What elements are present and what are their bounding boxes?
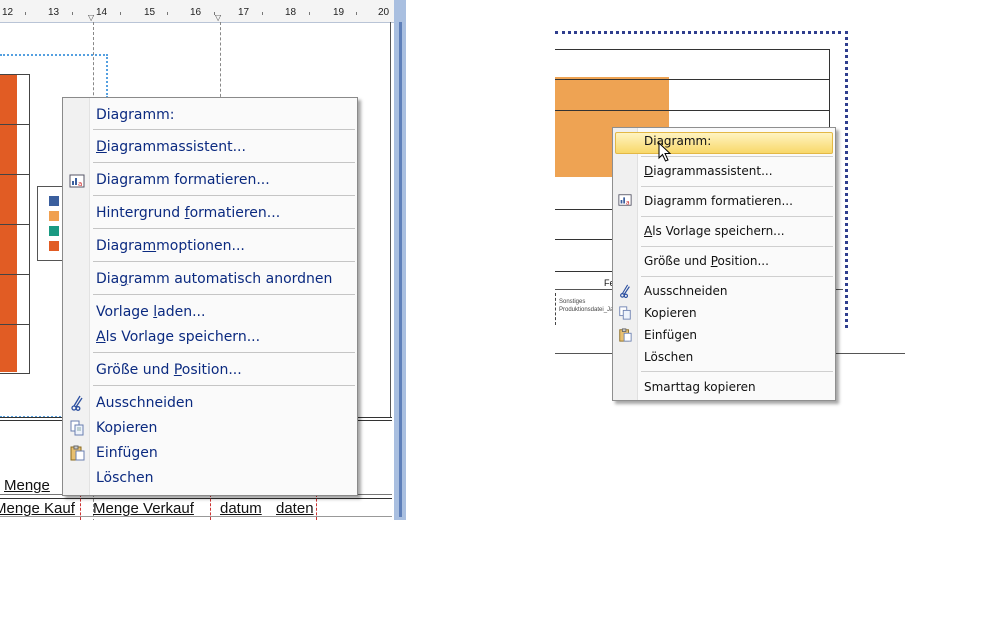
footer-text: Produktionsdatei_Jan — [559, 307, 617, 313]
window-border-inner — [399, 22, 402, 517]
ruler-number: 19 — [333, 7, 345, 18]
menu-item-diagrammassistent[interactable]: Diagrammassistent... — [96, 139, 246, 155]
menu-item-loeschen[interactable]: Löschen — [96, 470, 153, 486]
ruler-number: 20 — [378, 7, 390, 18]
menu-icon-gutter — [613, 128, 638, 400]
chart-format-icon: a — [69, 174, 85, 188]
menu-item-kopieren[interactable]: Kopieren — [644, 306, 697, 320]
mouse-pointer-icon — [658, 142, 672, 162]
column-header-text: Menge Kauf — [0, 500, 75, 517]
menu-item-diagramm[interactable]: Diagramm: — [96, 107, 174, 123]
footer-text: Sonstiges — [559, 299, 586, 305]
menu-item-als-vorlage-speichern[interactable]: Als Vorlage speichern... — [644, 224, 785, 238]
menu-item-vorlage-laden[interactable]: Vorlage laden... — [96, 304, 205, 320]
cell-border — [210, 494, 211, 520]
paste-icon — [70, 445, 85, 461]
menu-item-diagramm-formatieren[interactable]: Diagramm formatieren... — [96, 172, 270, 188]
cell-text: Menge Kauf — [0, 500, 75, 517]
menu-item-automatisch-anordnen[interactable]: Diagramm automatisch anordnen — [96, 271, 332, 287]
context-menu-right: Diagramm: Diagrammassistent... a Diagram… — [612, 127, 836, 401]
ruler-number: 12 — [2, 7, 14, 18]
menu-item-loeschen[interactable]: Löschen — [644, 350, 693, 364]
copy-icon — [70, 420, 84, 436]
menu-item-ausschneiden[interactable]: Ausschneiden — [644, 284, 727, 298]
copy-icon — [619, 306, 631, 320]
tab-stop-marker-icon[interactable]: ▽ — [215, 13, 221, 22]
cell-border — [316, 494, 317, 520]
cell-text: datum — [220, 500, 262, 517]
menu-item-als-vorlage-speichern[interactable]: Als Vorlage speichern... — [96, 329, 260, 345]
column-header-text: daten — [276, 500, 314, 517]
menu-item-groesse-position[interactable]: Größe und Position... — [96, 362, 242, 378]
menu-item-einfuegen[interactable]: Einfügen — [644, 328, 697, 342]
menu-item-smarttag-kopieren[interactable]: Smarttag kopieren — [644, 380, 756, 394]
ruler-number: 14 — [96, 7, 108, 18]
menu-item-groesse-position[interactable]: Größe und Position... — [644, 254, 769, 268]
paste-icon — [619, 328, 632, 342]
context-menu-left: Diagramm: Diagrammassistent... a Diagram… — [62, 97, 358, 496]
selection-border — [0, 54, 108, 56]
cell-text: daten — [276, 500, 314, 517]
menu-item-diagramm-formatieren[interactable]: Diagramm formatieren... — [644, 194, 793, 208]
legend-swatch — [49, 211, 59, 221]
menu-item-einfuegen[interactable]: Einfügen — [96, 445, 158, 461]
menu-item-diagrammoptionen[interactable]: Diagrammoptionen... — [96, 238, 245, 254]
ruler-number: 18 — [285, 7, 297, 18]
horizontal-ruler[interactable]: 12 13 14 15 16 17 18 19 20 ▽ ▽ — [0, 0, 400, 23]
chart-format-icon: a — [618, 194, 632, 206]
svg-text:a: a — [78, 180, 82, 188]
scissors-icon — [71, 395, 83, 411]
table-line — [0, 498, 392, 499]
chart-plot-grid — [0, 74, 30, 374]
ruler-number: 15 — [144, 7, 156, 18]
column-header-text: Menge Verkauf — [93, 500, 194, 517]
ruler-number: 16 — [190, 7, 202, 18]
cell-border — [80, 494, 81, 520]
menu-item-diagramm[interactable]: Diagramm: — [644, 134, 711, 148]
selection-border — [106, 54, 108, 98]
legend-swatch — [49, 196, 59, 206]
legend-swatch — [49, 241, 59, 251]
menu-item-hintergrund-formatieren[interactable]: Hintergrund formatieren... — [96, 205, 280, 221]
svg-text:a: a — [626, 199, 630, 206]
menu-item-ausschneiden[interactable]: Ausschneiden — [96, 395, 193, 411]
menu-item-diagrammassistent[interactable]: Diagrammassistent... — [644, 164, 773, 178]
tab-stop-marker-icon[interactable]: ▽ — [88, 13, 94, 22]
scissors-icon — [620, 284, 630, 298]
cell-text: Menge Verkauf — [93, 500, 194, 517]
ruler-number: 13 — [48, 7, 60, 18]
menu-item-kopieren[interactable]: Kopieren — [96, 420, 157, 436]
chart-frame-edge — [390, 22, 391, 417]
guide-line — [220, 22, 221, 102]
ruler-number: 17 — [238, 7, 250, 18]
legend-swatch — [49, 226, 59, 236]
column-header-text: datum — [220, 500, 262, 517]
menge-label: Menge — [4, 477, 50, 494]
